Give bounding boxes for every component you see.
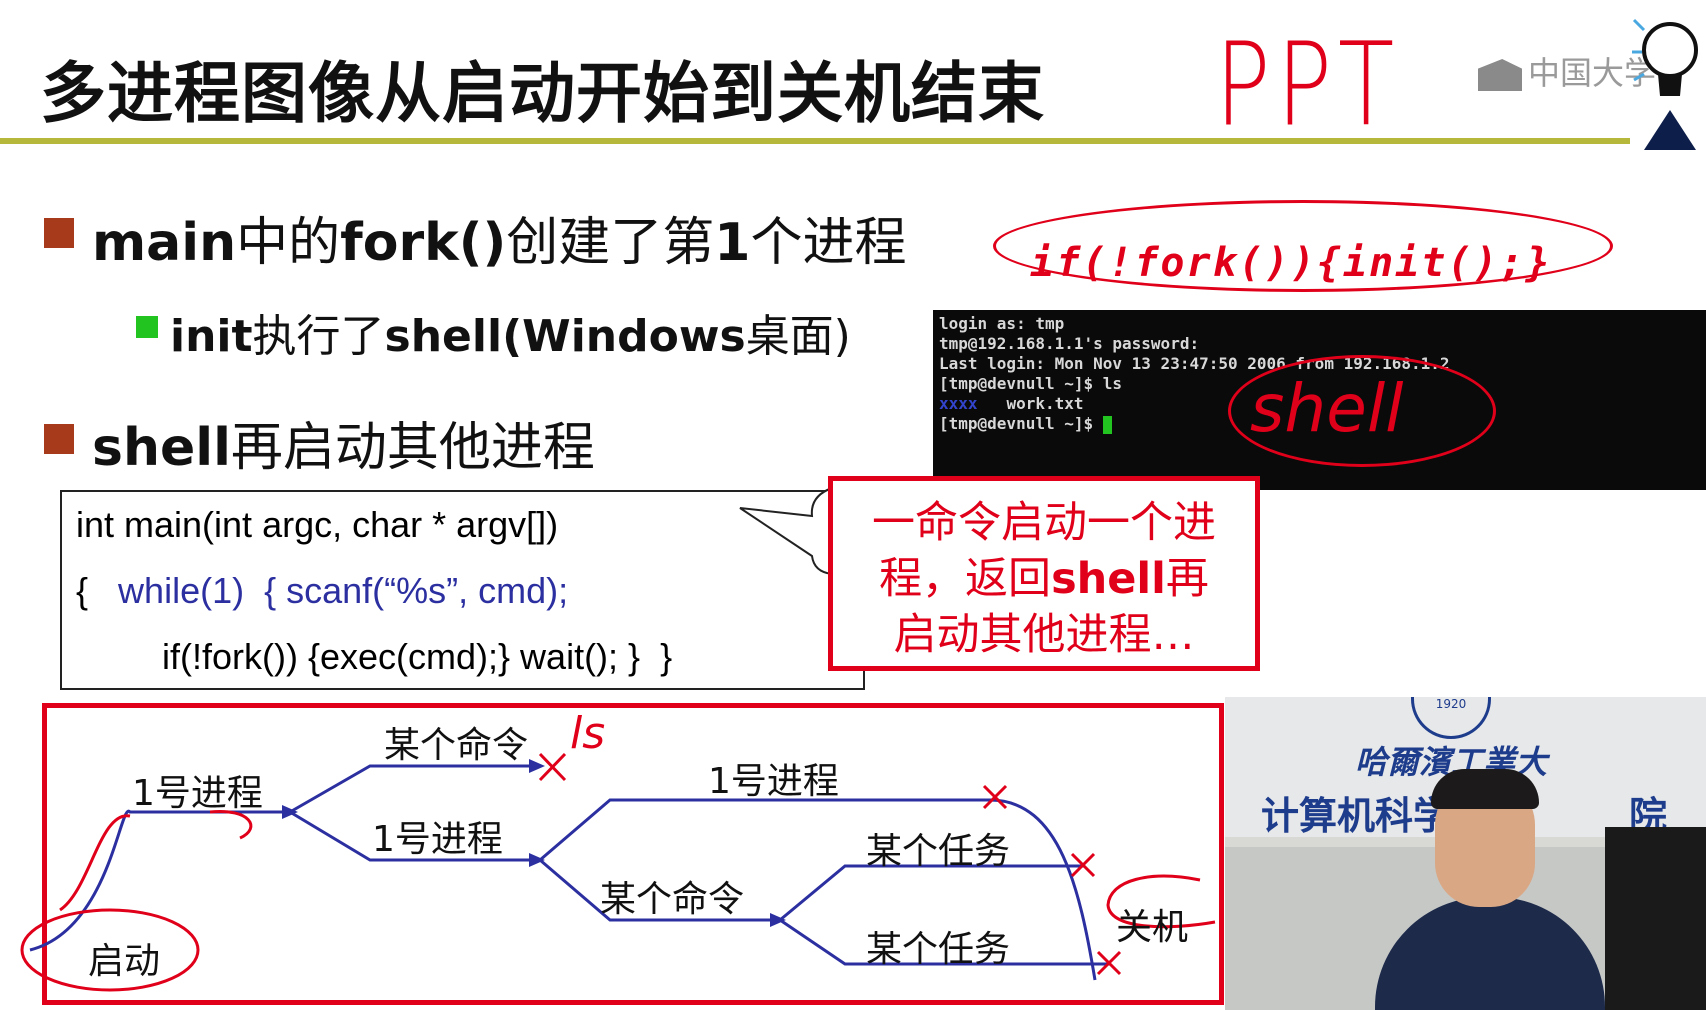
instructor-hair <box>1431 769 1539 809</box>
sub-bullet-init-shell: init执行了shell(Windows桌面) <box>170 300 851 364</box>
code-line-fork-exec: if(!fork()) {exec(cmd);} wait(); } } <box>162 636 673 677</box>
bullet-text: 再启动其他进程 <box>230 418 595 478</box>
bullet-text: 创建了第 <box>506 213 715 273</box>
handwritten-shell: shell <box>1250 370 1404 447</box>
monitor <box>1605 827 1706 1010</box>
diagram-label-process1: 1号进程 <box>132 773 263 814</box>
diagram-label-command: 某个命令 <box>600 879 745 920</box>
bullet-number: 1 <box>714 213 751 273</box>
handwritten-ls: ls <box>570 708 606 759</box>
bullet-marker <box>44 218 74 248</box>
bullet-shell-start: shell再启动其他进程 <box>92 405 595 480</box>
callout-line: 启动其他进程… <box>893 610 1195 660</box>
callout-pointer <box>739 487 833 575</box>
terminal-prompt: [tmp@devnull ~]$ <box>939 414 1094 433</box>
bullet-text: 个进程 <box>750 213 907 273</box>
callout-line: 程，返回shell再 <box>833 551 1255 607</box>
diagram-label-task: 某个任务 <box>866 929 1011 970</box>
callout-shell-keyword: shell <box>1051 554 1166 604</box>
sub-text: 桌面) <box>745 311 851 362</box>
annotation-fork-init-code: if(!fork()){init();} <box>1030 240 1552 286</box>
bullet-main-fork: main中的fork()创建了第1个进程 <box>92 200 906 275</box>
code-line-main: int main(int argc, char * argv[]) <box>76 504 559 545</box>
terminal-line: login as: tmp <box>939 314 1065 333</box>
main-keyword: main <box>92 213 237 273</box>
callout-line: 一命令启动一个进 <box>872 498 1216 548</box>
terminal-line: tmp@192.168.1.1's password: <box>939 334 1200 353</box>
callout-box: 一命令启动一个进 程，返回shell再 启动其他进程… <box>828 476 1260 671</box>
bullet-marker <box>44 424 74 454</box>
handwritten-ppt-note: PPT <box>1215 18 1401 152</box>
callout-text: 程，返回 <box>879 554 1052 604</box>
terminal-file: work.txt <box>1006 394 1084 413</box>
process-flow-lines <box>20 752 1216 992</box>
init-keyword: init <box>170 311 253 362</box>
diagram-label-command: 某个命令 <box>384 725 529 766</box>
mooc-logo-icon <box>1478 59 1522 91</box>
sub-bullet-marker <box>136 316 158 338</box>
instructor-video: 1920 哈爾濱工業大 计算机科学与技 院 <box>1225 697 1706 1010</box>
fork-keyword: fork() <box>340 213 507 273</box>
terminal-blue-prefix: xxxx <box>939 394 978 413</box>
code-brace: { <box>76 570 89 611</box>
diagram-label-start: 启动 <box>88 941 161 982</box>
diagram-label-shutdown: 关机 <box>1116 907 1189 948</box>
emblem-year: 1920 <box>1435 697 1467 711</box>
shell-keyword: shell <box>92 418 231 478</box>
windows-text: (Windows <box>502 311 746 362</box>
shell-keyword: shell <box>384 311 503 362</box>
diagram-label-task: 某个任务 <box>866 831 1011 872</box>
code-line-while: { while(1) { scanf(“%s”, cmd); <box>76 570 568 612</box>
diagram-label-process1: 1号进程 <box>372 819 503 860</box>
bullet-text: 中的 <box>236 213 341 273</box>
code-while-scanf: while(1) { scanf(“%s”, cmd); <box>118 570 569 611</box>
diagram-label-process1: 1号进程 <box>708 761 839 802</box>
slide-title: 多进程图像从启动开始到关机结束 <box>40 55 1045 132</box>
callout-text: 再 <box>1165 554 1209 604</box>
lightbulb-icon <box>1632 18 1698 150</box>
terminal-cursor <box>1102 415 1112 434</box>
sub-text: 执行了 <box>252 311 385 362</box>
